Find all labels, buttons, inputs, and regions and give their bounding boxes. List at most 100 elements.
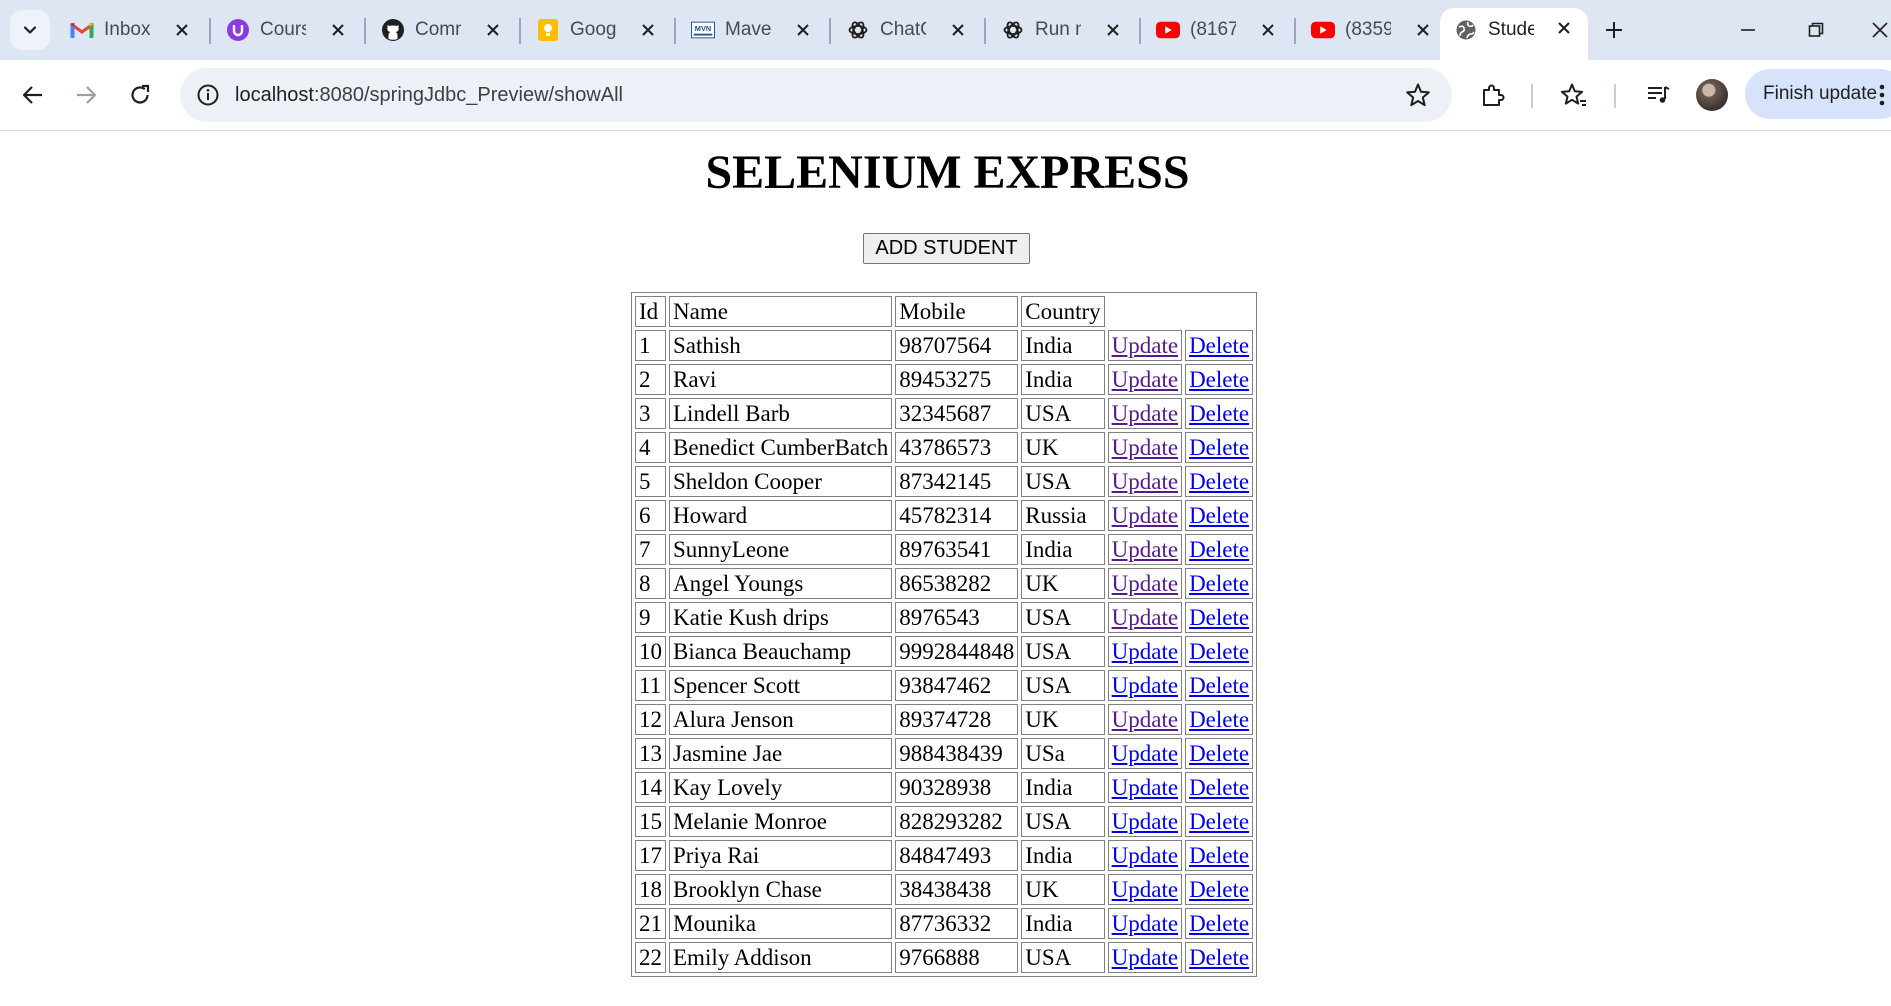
update-link[interactable]: Update xyxy=(1112,333,1178,358)
tab-students-active[interactable]: Stude xyxy=(1440,8,1588,60)
tab-maven[interactable]: MVN Maver xyxy=(677,10,827,50)
delete-link[interactable]: Delete xyxy=(1189,537,1249,562)
close-icon[interactable] xyxy=(1103,20,1123,40)
delete-link[interactable]: Delete xyxy=(1189,741,1249,766)
update-link[interactable]: Update xyxy=(1112,537,1178,562)
delete-link[interactable]: Delete xyxy=(1189,945,1249,970)
table-row: 9 Katie Kush drips 8976543 USA Update Delete xyxy=(635,602,1254,633)
update-link[interactable]: Update xyxy=(1112,639,1178,664)
cell-mobile: 89453275 xyxy=(895,364,1019,395)
delete-link[interactable]: Delete xyxy=(1189,809,1249,834)
delete-link[interactable]: Delete xyxy=(1189,707,1249,732)
site-info-icon[interactable] xyxy=(194,81,222,109)
new-tab-button[interactable] xyxy=(1596,12,1632,48)
cell-country: UK xyxy=(1021,568,1105,599)
close-icon[interactable] xyxy=(1258,20,1278,40)
close-icon[interactable] xyxy=(638,20,658,40)
reload-button[interactable] xyxy=(118,73,162,117)
cell-name: Benedict CumberBatch xyxy=(669,432,893,463)
cell-mobile: 98707564 xyxy=(895,330,1019,361)
cell-update: Update xyxy=(1107,602,1183,633)
update-link[interactable]: Update xyxy=(1112,877,1178,902)
minimize-button[interactable] xyxy=(1728,12,1768,48)
delete-link[interactable]: Delete xyxy=(1189,605,1249,630)
close-icon[interactable] xyxy=(793,20,813,40)
restore-button[interactable] xyxy=(1796,12,1836,48)
delete-link[interactable]: Delete xyxy=(1189,333,1249,358)
update-link[interactable]: Update xyxy=(1112,707,1178,732)
cell-country: UK xyxy=(1021,704,1105,735)
cell-delete: Delete xyxy=(1185,398,1254,429)
update-link[interactable]: Update xyxy=(1112,469,1178,494)
update-link[interactable]: Update xyxy=(1112,673,1178,698)
update-link[interactable]: Update xyxy=(1112,605,1178,630)
close-icon[interactable] xyxy=(1554,18,1574,38)
update-link[interactable]: Update xyxy=(1112,911,1178,936)
update-link[interactable]: Update xyxy=(1112,945,1178,970)
address-url[interactable]: localhost:8080/springJdbc_Preview/showAl… xyxy=(235,68,623,122)
update-link[interactable]: Update xyxy=(1112,775,1178,800)
delete-link[interactable]: Delete xyxy=(1189,469,1249,494)
update-link[interactable]: Update xyxy=(1112,401,1178,426)
bookmark-star-icon[interactable] xyxy=(1404,81,1432,109)
tab-courses[interactable]: Cours xyxy=(212,10,362,50)
update-link[interactable]: Update xyxy=(1112,571,1178,596)
update-link[interactable]: Update xyxy=(1112,503,1178,528)
tab-search-button[interactable] xyxy=(10,10,50,50)
add-student-button[interactable]: ADD STUDENT xyxy=(863,233,1030,264)
close-icon[interactable] xyxy=(328,20,348,40)
cell-update: Update xyxy=(1107,534,1183,565)
delete-link[interactable]: Delete xyxy=(1189,639,1249,664)
close-icon[interactable] xyxy=(483,20,503,40)
cell-id: 1 xyxy=(635,330,666,361)
tab-divider xyxy=(1139,18,1141,44)
tab-chatgpt-run[interactable]: Run n xyxy=(987,10,1137,50)
tab-inbox[interactable]: Inbox xyxy=(56,10,206,50)
tab-youtube-1[interactable]: (8167 xyxy=(1142,10,1292,50)
delete-link[interactable]: Delete xyxy=(1189,843,1249,868)
tab-title: (8359 xyxy=(1345,19,1391,40)
delete-link[interactable]: Delete xyxy=(1189,571,1249,596)
profile-avatar[interactable] xyxy=(1696,79,1728,111)
close-icon[interactable] xyxy=(172,20,192,40)
chatgpt-icon xyxy=(846,18,870,42)
address-bar[interactable]: localhost:8080/springJdbc_Preview/showAl… xyxy=(180,68,1452,122)
students-table: Id Name Mobile Country 1 Sathish 98707564 I… xyxy=(631,292,1258,977)
delete-link[interactable]: Delete xyxy=(1189,775,1249,800)
cell-update: Update xyxy=(1107,704,1183,735)
close-icon[interactable] xyxy=(948,20,968,40)
tab-title: Cours xyxy=(260,19,306,40)
delete-link[interactable]: Delete xyxy=(1189,503,1249,528)
tab-youtube-2[interactable]: (8359 xyxy=(1297,10,1447,50)
tab-google-keep[interactable]: Googl xyxy=(522,10,672,50)
cell-update: Update xyxy=(1107,874,1183,905)
update-link[interactable]: Update xyxy=(1112,435,1178,460)
delete-link[interactable]: Delete xyxy=(1189,367,1249,392)
cell-name: Brooklyn Chase xyxy=(669,874,893,905)
column-header-country: Country xyxy=(1021,296,1105,327)
cell-id: 10 xyxy=(635,636,666,667)
bookmarks-button[interactable] xyxy=(1552,73,1596,117)
finish-update-button[interactable]: Finish update xyxy=(1745,69,1891,119)
update-link[interactable]: Update xyxy=(1112,809,1178,834)
back-button[interactable] xyxy=(11,73,55,117)
table-row: 10 Bianca Beauchamp 9992844848 USA Update Del… xyxy=(635,636,1254,667)
maven-icon: MVN xyxy=(691,18,715,42)
close-window-button[interactable] xyxy=(1860,12,1891,48)
update-link[interactable]: Update xyxy=(1112,843,1178,868)
update-link[interactable]: Update xyxy=(1112,741,1178,766)
tab-github[interactable]: Comm xyxy=(367,10,517,50)
delete-link[interactable]: Delete xyxy=(1189,401,1249,426)
update-link[interactable]: Update xyxy=(1112,367,1178,392)
forward-button[interactable] xyxy=(64,73,108,117)
tab-chatgpt[interactable]: ChatG xyxy=(832,10,982,50)
delete-link[interactable]: Delete xyxy=(1189,877,1249,902)
extensions-button[interactable] xyxy=(1471,73,1515,117)
close-icon[interactable] xyxy=(1413,20,1433,40)
tab-title: Comm xyxy=(415,19,461,40)
delete-link[interactable]: Delete xyxy=(1189,673,1249,698)
delete-link[interactable]: Delete xyxy=(1189,435,1249,460)
delete-link[interactable]: Delete xyxy=(1189,911,1249,936)
media-control-button[interactable] xyxy=(1636,73,1680,117)
cell-country: USA xyxy=(1021,636,1105,667)
